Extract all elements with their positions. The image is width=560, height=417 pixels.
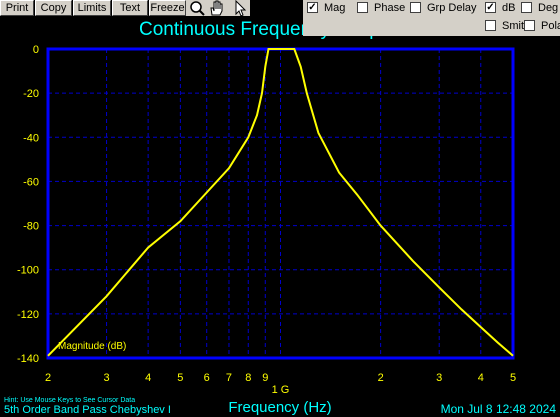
text-button[interactable]: Text xyxy=(112,0,148,16)
tool-icons xyxy=(186,0,250,17)
x-tick-label: 3 xyxy=(104,372,110,384)
grid-lines xyxy=(47,48,514,359)
y-tick-label: -120 xyxy=(17,309,39,321)
deg-checkbox[interactable] xyxy=(521,2,532,13)
x-tick-labels: 2 3 4 5 6 7 8 9 1 G 2 3 4 5 xyxy=(45,372,516,396)
y-tick-label: -20 xyxy=(23,88,39,100)
print-button[interactable]: Print xyxy=(0,0,34,16)
mag-checkbox[interactable]: ✓ xyxy=(307,2,318,13)
y-tick-label: -100 xyxy=(17,265,39,277)
y-tick-labels: 0 -20 -40 -60 -80 -100 -120 -140 xyxy=(17,44,39,365)
grp-delay-label: Grp Delay xyxy=(427,2,477,14)
polar-label: Polar xyxy=(541,20,560,32)
polar-checkbox[interactable] xyxy=(524,20,535,31)
mag-label: Mag xyxy=(324,2,346,14)
x-tick-label: 1 G xyxy=(272,384,290,396)
x-tick-label: 7 xyxy=(226,372,232,384)
y-tick-label: -80 xyxy=(23,221,39,233)
y-tick-label: 0 xyxy=(33,44,39,56)
series-label: Magnitude (dB) xyxy=(58,341,126,352)
limits-button[interactable]: Limits xyxy=(73,0,111,16)
freeze-button[interactable]: Freeze xyxy=(149,0,186,16)
x-tick-label: 2 xyxy=(378,372,384,384)
hand-pan-icon[interactable] xyxy=(210,0,223,16)
grp-delay-checkbox[interactable] xyxy=(410,2,421,13)
phase-label: Phase xyxy=(374,2,406,14)
pointer-icon[interactable] xyxy=(235,0,247,17)
x-tick-label: 6 xyxy=(204,372,210,384)
zoom-icon[interactable] xyxy=(190,1,205,16)
display-options-panel: ✓ Mag Phase Grp Delay ✓ dB Deg Smith Pol… xyxy=(303,0,560,36)
deg-label: Deg xyxy=(538,2,559,14)
x-tick-label: 4 xyxy=(145,372,151,384)
hint-text: Hint: Use Mouse Keys to See Cursor Data xyxy=(4,397,136,404)
x-tick-label: 4 xyxy=(478,372,484,384)
db-checkbox[interactable]: ✓ xyxy=(485,2,496,13)
datetime: Mon Jul 8 12:48 2024 xyxy=(440,402,556,416)
x-tick-label: 9 xyxy=(262,372,268,384)
x-tick-label: 5 xyxy=(177,372,183,384)
copy-button[interactable]: Copy xyxy=(35,0,72,16)
x-tick-label: 2 xyxy=(45,372,51,384)
phase-checkbox[interactable] xyxy=(357,2,368,13)
db-label: dB xyxy=(502,2,516,14)
y-tick-label: -140 xyxy=(17,353,39,365)
x-tick-label: 5 xyxy=(510,372,516,384)
x-axis-label: Frequency (Hz) xyxy=(228,399,331,416)
y-tick-label: -60 xyxy=(23,176,39,188)
x-tick-label: 8 xyxy=(245,372,251,384)
smith-checkbox[interactable] xyxy=(485,20,496,31)
y-tick-label: -40 xyxy=(23,132,39,144)
chart[interactable]: 0 -20 -40 -60 -80 -100 -120 -140 2 3 4 5 6 7 8 9 1 G 2 3 4… xyxy=(0,0,560,417)
x-tick-label: 3 xyxy=(436,372,442,384)
filter-name: 5th Order Band Pass Chebyshev I xyxy=(4,404,171,416)
